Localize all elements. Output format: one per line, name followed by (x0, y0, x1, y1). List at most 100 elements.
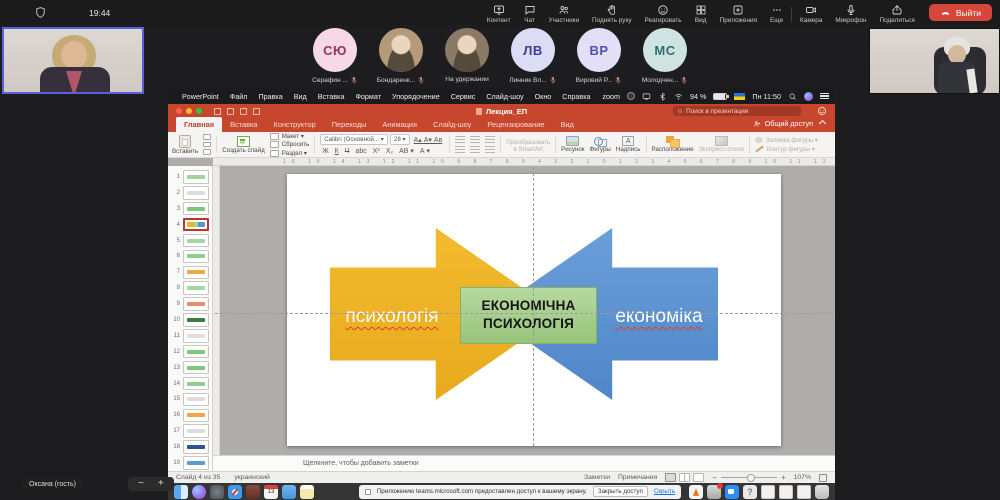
help-icon[interactable]: ? (743, 485, 757, 499)
format-button[interactable]: Ч (343, 148, 352, 155)
participant-video-tile[interactable] (869, 28, 1000, 94)
format-button[interactable]: А ▾ (418, 147, 432, 155)
siri-icon[interactable] (192, 485, 206, 499)
slide-thumbnail[interactable]: 5 (168, 233, 212, 249)
menu-item[interactable]: Упорядочение (392, 92, 440, 101)
menu-item[interactable]: Правка (258, 92, 282, 101)
slide-thumbnail[interactable]: 13 (168, 360, 212, 376)
fit-slide-icon[interactable] (819, 474, 827, 482)
notification-checkbox[interactable] (365, 489, 371, 495)
zoom-slider[interactable] (721, 477, 777, 478)
vlc-icon[interactable] (689, 485, 703, 499)
zoom-percent[interactable]: 107% (794, 474, 811, 481)
zoom-out-button[interactable]: − (712, 473, 717, 482)
new-slide-button[interactable]: Создать слайд (222, 134, 264, 155)
shape-outline-button[interactable]: Контур фигуры ▾ (755, 146, 818, 153)
toolbar-raise-hand[interactable]: Поднять руку (592, 2, 632, 24)
Молодчен...[interactable]: МС Молодчен... (640, 28, 690, 84)
feedback-smiley-icon[interactable] (817, 106, 827, 116)
close-window-icon[interactable] (176, 108, 182, 114)
Серафин ...[interactable]: СЮ Серафин ... (310, 28, 360, 84)
spotlight-icon[interactable] (788, 92, 797, 101)
menu-item[interactable]: PowerPoint (182, 92, 219, 101)
align-center-icon[interactable] (470, 146, 480, 153)
quick-styles-button[interactable]: Экспресс-стили (699, 134, 744, 155)
slide-thumbnail[interactable]: 14 (168, 376, 212, 392)
siri-icon[interactable] (804, 92, 813, 101)
menu-item[interactable]: Сервис (451, 92, 476, 101)
economics-label[interactable]: економіка (599, 302, 719, 332)
format-button[interactable]: Ж (320, 148, 330, 155)
slide-sorter-view-button[interactable] (679, 473, 690, 482)
menu-item[interactable]: Вставка (318, 92, 345, 101)
indent-icon[interactable] (485, 136, 495, 143)
smartart-button[interactable]: Преобразовать в SmartArt (506, 134, 550, 155)
psychology-label[interactable]: психологія (330, 302, 454, 332)
font-size-select[interactable]: 28 ▾ (390, 134, 410, 145)
safari-icon[interactable] (228, 485, 242, 499)
zoom-out-button[interactable]: − (138, 479, 144, 489)
align-left-icon[interactable] (455, 146, 465, 153)
arrange-button[interactable]: Расположение (652, 134, 694, 155)
folder-icon[interactable] (282, 485, 296, 499)
slide-thumbnail[interactable]: 16 (168, 407, 212, 423)
leave-button[interactable]: Выйти (929, 4, 992, 21)
menu-item[interactable]: Файл (230, 92, 248, 101)
menu-item[interactable]: Вид (294, 92, 307, 101)
slide-thumbnail[interactable]: 1 (168, 169, 212, 185)
На удержании[interactable]: На удержании (442, 28, 492, 84)
menu-item[interactable]: Слайд-шоу (486, 92, 523, 101)
notes-pane[interactable]: Щелкните, чтобы добавить заметки (213, 455, 835, 471)
display-icon[interactable] (642, 92, 651, 101)
slide-thumbnail[interactable]: 19 (168, 455, 212, 471)
redo-icon[interactable] (253, 108, 260, 115)
ribbon-tab[interactable]: Главная (176, 117, 222, 132)
slide-thumbnail[interactable]: 3 (168, 201, 212, 217)
ribbon-tab[interactable]: Конструктор (266, 117, 324, 132)
Бондаренк...[interactable]: Бондаренк... (376, 28, 426, 84)
reset-button[interactable]: Сбросить (270, 141, 310, 148)
hide-notification-link[interactable]: Скрыть (654, 488, 675, 495)
Линник Вл...[interactable]: ЛВ Линник Вл... (508, 28, 558, 84)
format-painter-icon[interactable] (203, 149, 211, 155)
zoom-slider-knob[interactable] (747, 474, 755, 482)
slide-thumbnail[interactable]: 6 (168, 248, 212, 264)
Вировий Р...[interactable]: ВР Вировий Р... (574, 28, 624, 84)
numbering-icon[interactable] (470, 136, 480, 143)
format-button[interactable]: abc (353, 148, 368, 155)
finder-icon[interactable] (174, 485, 188, 499)
notes-icon[interactable] (300, 485, 314, 499)
slide-thumbnail[interactable]: 9 (168, 296, 212, 312)
menu-item[interactable]: Формат (355, 92, 381, 101)
ribbon-tab[interactable]: Переходы (324, 117, 375, 132)
comments-toggle[interactable]: Примечания (618, 474, 657, 481)
toolbar-react[interactable]: Реагировать (645, 2, 682, 24)
shape-fill-button[interactable]: Заливка фигуры ▾ (755, 137, 818, 144)
slide-thumbnail[interactable]: 2 (168, 185, 212, 201)
books-icon[interactable] (246, 485, 260, 499)
ribbon-tab[interactable]: Вид (552, 117, 581, 132)
toolbar-chat[interactable]: Чат (524, 2, 536, 24)
control-center-icon[interactable] (820, 93, 829, 100)
ribbon-tab[interactable]: Вставка (222, 117, 265, 132)
section-button[interactable]: Раздел ▾ (270, 150, 310, 157)
slideshow-view-button[interactable] (693, 473, 704, 482)
language-indicator[interactable]: украинский (234, 474, 269, 481)
screen-record-icon[interactable] (627, 92, 635, 100)
copy-icon[interactable] (203, 142, 211, 148)
slide-thumbnail[interactable]: 15 (168, 391, 212, 407)
save-icon[interactable] (227, 108, 234, 115)
toolbar-content[interactable]: Контент (487, 2, 511, 24)
textbox-button[interactable]: A Надпись (616, 134, 641, 155)
toolbar-apps[interactable]: Приложения (720, 2, 757, 24)
window-preview[interactable] (761, 485, 775, 499)
wifi-icon[interactable] (674, 92, 683, 101)
stop-sharing-button[interactable]: Закрыть доступ (593, 486, 648, 497)
printer-icon[interactable] (707, 485, 721, 499)
paste-button[interactable]: Вставить (172, 134, 198, 155)
zoom-app-icon[interactable] (725, 485, 739, 499)
format-button[interactable]: X₂ (384, 148, 395, 155)
window-preview[interactable] (779, 485, 793, 499)
toolbar-more[interactable]: Еще (770, 2, 783, 24)
align-right-icon[interactable] (485, 146, 495, 153)
